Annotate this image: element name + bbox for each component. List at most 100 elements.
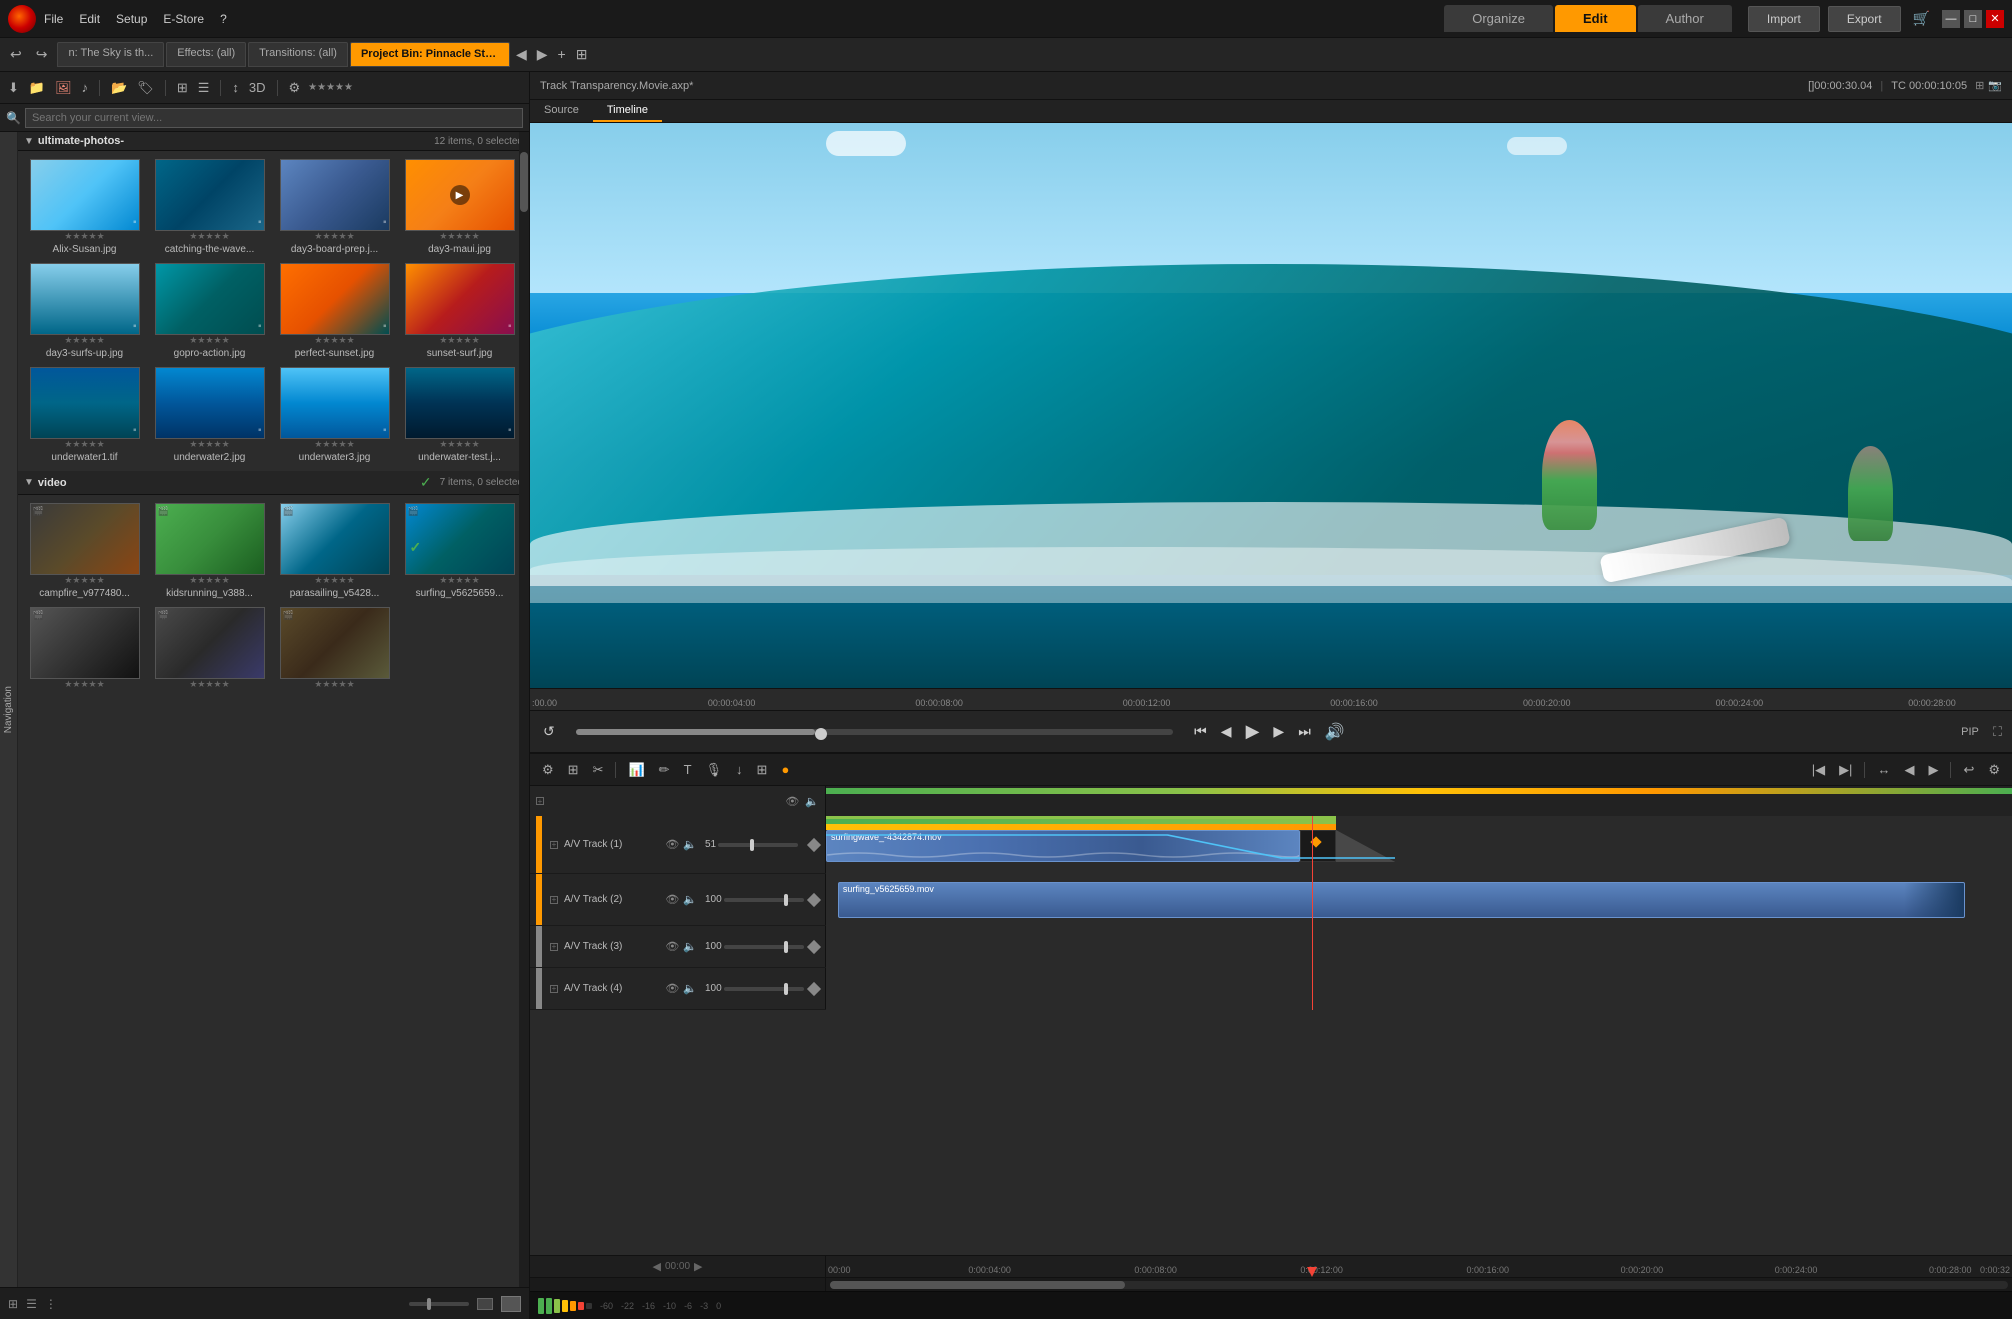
tl-undo2-button[interactable]: ↩ [1959, 760, 1978, 780]
av3-eye-icon[interactable]: 👁 [665, 940, 679, 953]
sort-icon[interactable]: ↕ [230, 78, 241, 97]
media-item-day3board[interactable]: ▪ ★★★★★ day3-board-prep.j... [272, 155, 397, 259]
media-item-gopro[interactable]: ▪ ★★★★★ gopro-action.jpg [147, 259, 272, 363]
av2-keyframe-diamond[interactable] [807, 892, 821, 906]
tl-scroll-left[interactable]: ◀ [653, 1260, 661, 1273]
pip-button[interactable]: PIP [1961, 726, 1979, 738]
tag-icon[interactable]: 🏷 [135, 78, 156, 98]
go-start-button[interactable]: ⏮ [1191, 720, 1210, 743]
tab-source[interactable]: Source [530, 100, 593, 122]
undo-button[interactable]: ↩ [6, 44, 26, 65]
av2-eye-icon[interactable]: 👁 [665, 893, 679, 906]
media-item-surfing[interactable]: 🎬 ✓ ★★★★★ surfing_v5625659... [397, 499, 522, 603]
av4-keyframe-diamond[interactable] [807, 981, 821, 995]
tab-project-bin[interactable]: Project Bin: Pinnacle Stu... ✕ [350, 42, 510, 67]
browser-scrollbar[interactable] [519, 132, 529, 1287]
av1-eye-icon[interactable]: 👁 [665, 838, 679, 851]
tab-effects[interactable]: Effects: (all) [166, 42, 246, 67]
media-item-sunsetsurf[interactable]: ▪ ★★★★★ sunset-surf.jpg [397, 259, 522, 363]
maximize-button[interactable]: □ [1964, 10, 1982, 28]
tl-scroll-right[interactable]: ▶ [694, 1260, 702, 1273]
go-end-button[interactable]: ⏭ [1295, 720, 1314, 743]
av1-keyframe-diamond[interactable] [807, 837, 821, 851]
tl-snap-button[interactable]: ⊞ [564, 760, 583, 780]
tab-menu[interactable]: ⊞ [572, 42, 592, 67]
search-input[interactable] [25, 108, 523, 128]
close-button[interactable]: ✕ [1986, 10, 2004, 28]
tab-close-project[interactable]: ✕ [508, 48, 510, 60]
next-frame-button[interactable]: ▶ [1270, 720, 1287, 743]
av4-vol-slider[interactable] [724, 987, 804, 991]
cart-icon[interactable]: 🛒 [1913, 10, 1930, 28]
media-item-catching[interactable]: ▪ ★★★★★ catching-the-wave... [147, 155, 272, 259]
av3-volume-icon[interactable]: 🔈 [683, 940, 697, 953]
import-media-icon[interactable]: ⬇ [6, 78, 21, 98]
prev-frame-button[interactable]: ◀ [1218, 720, 1235, 743]
snapshot-icon[interactable]: 📷 [1988, 79, 2002, 92]
photo-icon[interactable]: 🖼 [53, 78, 74, 98]
av1-volume-icon[interactable]: 🔈 [683, 838, 697, 851]
folder-icon[interactable]: 📁 [27, 78, 47, 98]
av1-vol-slider[interactable] [718, 843, 798, 847]
redo-button[interactable]: ↪ [32, 44, 52, 65]
menu-help[interactable]: ? [220, 12, 227, 26]
progress-bar[interactable] [576, 729, 1173, 735]
list-view-icon[interactable]: ☰ [196, 78, 212, 98]
tl-settings-button[interactable]: ⚙ [538, 760, 558, 780]
media-item-video7[interactable]: 🎬 ★★★★★ [272, 603, 397, 696]
tab-nav-prev[interactable]: ◀ [512, 42, 531, 67]
tab-timeline[interactable]: Timeline [593, 100, 662, 122]
tl-text-button[interactable]: T [680, 760, 696, 779]
av1-expand[interactable]: + [550, 841, 558, 849]
tab-edit[interactable]: Edit [1555, 5, 1636, 32]
tab-transitions[interactable]: Transitions: (all) [248, 42, 348, 67]
navigation-side-tab[interactable]: Navigation [0, 132, 18, 1287]
av2-expand[interactable]: + [550, 896, 558, 904]
playback-handle[interactable] [815, 728, 827, 740]
tl-scrollbar-track[interactable] [826, 1278, 2012, 1291]
av2-volume-icon[interactable]: 🔈 [683, 893, 697, 906]
tab-organize[interactable]: Organize [1444, 5, 1553, 32]
av2-vol-slider[interactable] [724, 898, 804, 902]
media-item-under2[interactable]: ▪ ★★★★★ underwater2.jpg [147, 363, 272, 467]
av4-expand[interactable]: + [550, 985, 558, 993]
av3-vol-slider[interactable] [724, 945, 804, 949]
media-item-surfsup[interactable]: ▪ ★★★★★ day3-surfs-up.jpg [22, 259, 147, 363]
media-item-undertest[interactable]: ▪ ★★★★★ underwater-test.j... [397, 363, 522, 467]
tl-chart-button[interactable]: 📊 [624, 760, 648, 780]
master-expand[interactable]: + [536, 797, 544, 805]
media-item-campfire[interactable]: 🎬 ★★★★★ campfire_v977480... [22, 499, 147, 603]
av2-video-clip[interactable]: surfing_v5625659.mov [838, 882, 1965, 918]
thumbnail-size-large[interactable] [501, 1296, 521, 1312]
play-button[interactable]: ▶ [1243, 718, 1263, 745]
av3-keyframe-diamond[interactable] [807, 939, 821, 953]
tab-add[interactable]: + [554, 42, 570, 67]
tl-arrow-button[interactable]: ↓ [732, 760, 747, 779]
tab-author[interactable]: Author [1638, 5, 1732, 32]
import-button[interactable]: Import [1748, 6, 1820, 32]
master-eye-icon[interactable]: 👁 [785, 795, 799, 808]
expand-icon[interactable]: ⊞ [1975, 79, 1984, 92]
tl-nudge-right-button[interactable]: ▶ [1924, 760, 1942, 780]
media-item-video6[interactable]: 🎬 ★★★★★ [147, 603, 272, 696]
tl-nudge-left-button[interactable]: ◀ [1900, 760, 1918, 780]
tl-circle-button[interactable]: ● [777, 760, 793, 779]
export-button[interactable]: Export [1828, 6, 1901, 32]
menu-edit[interactable]: Edit [79, 12, 100, 26]
media-item-video5[interactable]: 🎬 ★★★★★ [22, 603, 147, 696]
grid-view-icon[interactable]: ⊞ [175, 78, 190, 98]
loop-button[interactable]: ↺ [540, 720, 558, 743]
mute-button[interactable]: 🔊 [1322, 719, 1348, 745]
tab-nav-next[interactable]: ▶ [533, 42, 552, 67]
media-item-under3[interactable]: ▪ ★★★★★ underwater3.jpg [272, 363, 397, 467]
media-item-alix[interactable]: ▪ ★★★★★ Alix-Susan.jpg [22, 155, 147, 259]
tl-scrollbar-inner[interactable] [830, 1281, 2008, 1289]
tl-draw-button[interactable]: ✏ [655, 760, 674, 780]
media-item-day3maui[interactable]: ▶ ★★★★★ day3-maui.jpg [397, 155, 522, 259]
media-item-parasailing[interactable]: 🎬 ★★★★★ parasailing_v5428... [272, 499, 397, 603]
tl-settings2-button[interactable]: ⚙ [1984, 760, 2004, 780]
media-item-kidsrunning[interactable]: 🎬 ★★★★★ kidsrunning_v388... [147, 499, 272, 603]
av4-volume-icon[interactable]: 🔈 [683, 982, 697, 995]
scroll-thumb[interactable] [520, 152, 528, 212]
av4-eye-icon[interactable]: 👁 [665, 982, 679, 995]
